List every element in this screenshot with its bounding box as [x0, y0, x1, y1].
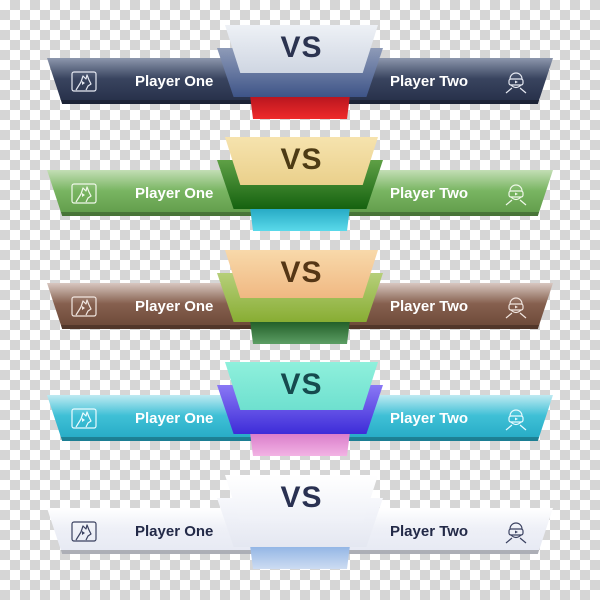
vr-headset-person-icon — [505, 184, 527, 206]
vr-headset-person-icon — [505, 72, 527, 94]
vs-label: VS — [280, 31, 323, 64]
vr-headset-person-icon — [505, 522, 527, 544]
vs-banner-green: Player One VS Player Two — [0, 137, 600, 237]
vs-banner-brown: Player One VS Player Two — [0, 250, 600, 350]
fox-play-icon — [71, 296, 97, 317]
player-one-name: Player One — [135, 410, 214, 427]
vs-label: VS — [280, 481, 323, 514]
vs-bottom-plate — [250, 95, 350, 119]
fox-play-icon — [71, 521, 97, 542]
vs-bottom-plate — [250, 207, 350, 231]
player-one-name: Player One — [135, 298, 214, 315]
player-two-name: Player Two — [390, 298, 469, 315]
player-one-name: Player One — [135, 523, 214, 540]
vr-headset-person-icon — [505, 297, 527, 319]
fox-play-icon — [71, 183, 97, 204]
vs-banner-navy: Player One VS Player Two — [0, 25, 600, 125]
vs-bottom-plate — [250, 320, 350, 344]
vs-bottom-plate — [250, 545, 350, 569]
vs-label: VS — [280, 256, 323, 289]
player-two-name: Player Two — [390, 185, 469, 202]
player-one-name: Player One — [135, 73, 214, 90]
fox-play-icon — [71, 408, 97, 429]
vr-headset-person-icon — [505, 409, 527, 431]
vs-banner-white: Player One VS Player Two — [0, 475, 600, 575]
player-two-name: Player Two — [390, 73, 469, 90]
player-two-name: Player Two — [390, 410, 469, 427]
player-two-name: Player Two — [390, 523, 469, 540]
vs-banner-cyan: Player One VS Player Two — [0, 362, 600, 462]
fox-play-icon — [71, 71, 97, 92]
vs-label: VS — [280, 368, 323, 401]
player-one-name: Player One — [135, 185, 214, 202]
vs-label: VS — [280, 143, 323, 176]
vs-bottom-plate — [250, 432, 350, 456]
